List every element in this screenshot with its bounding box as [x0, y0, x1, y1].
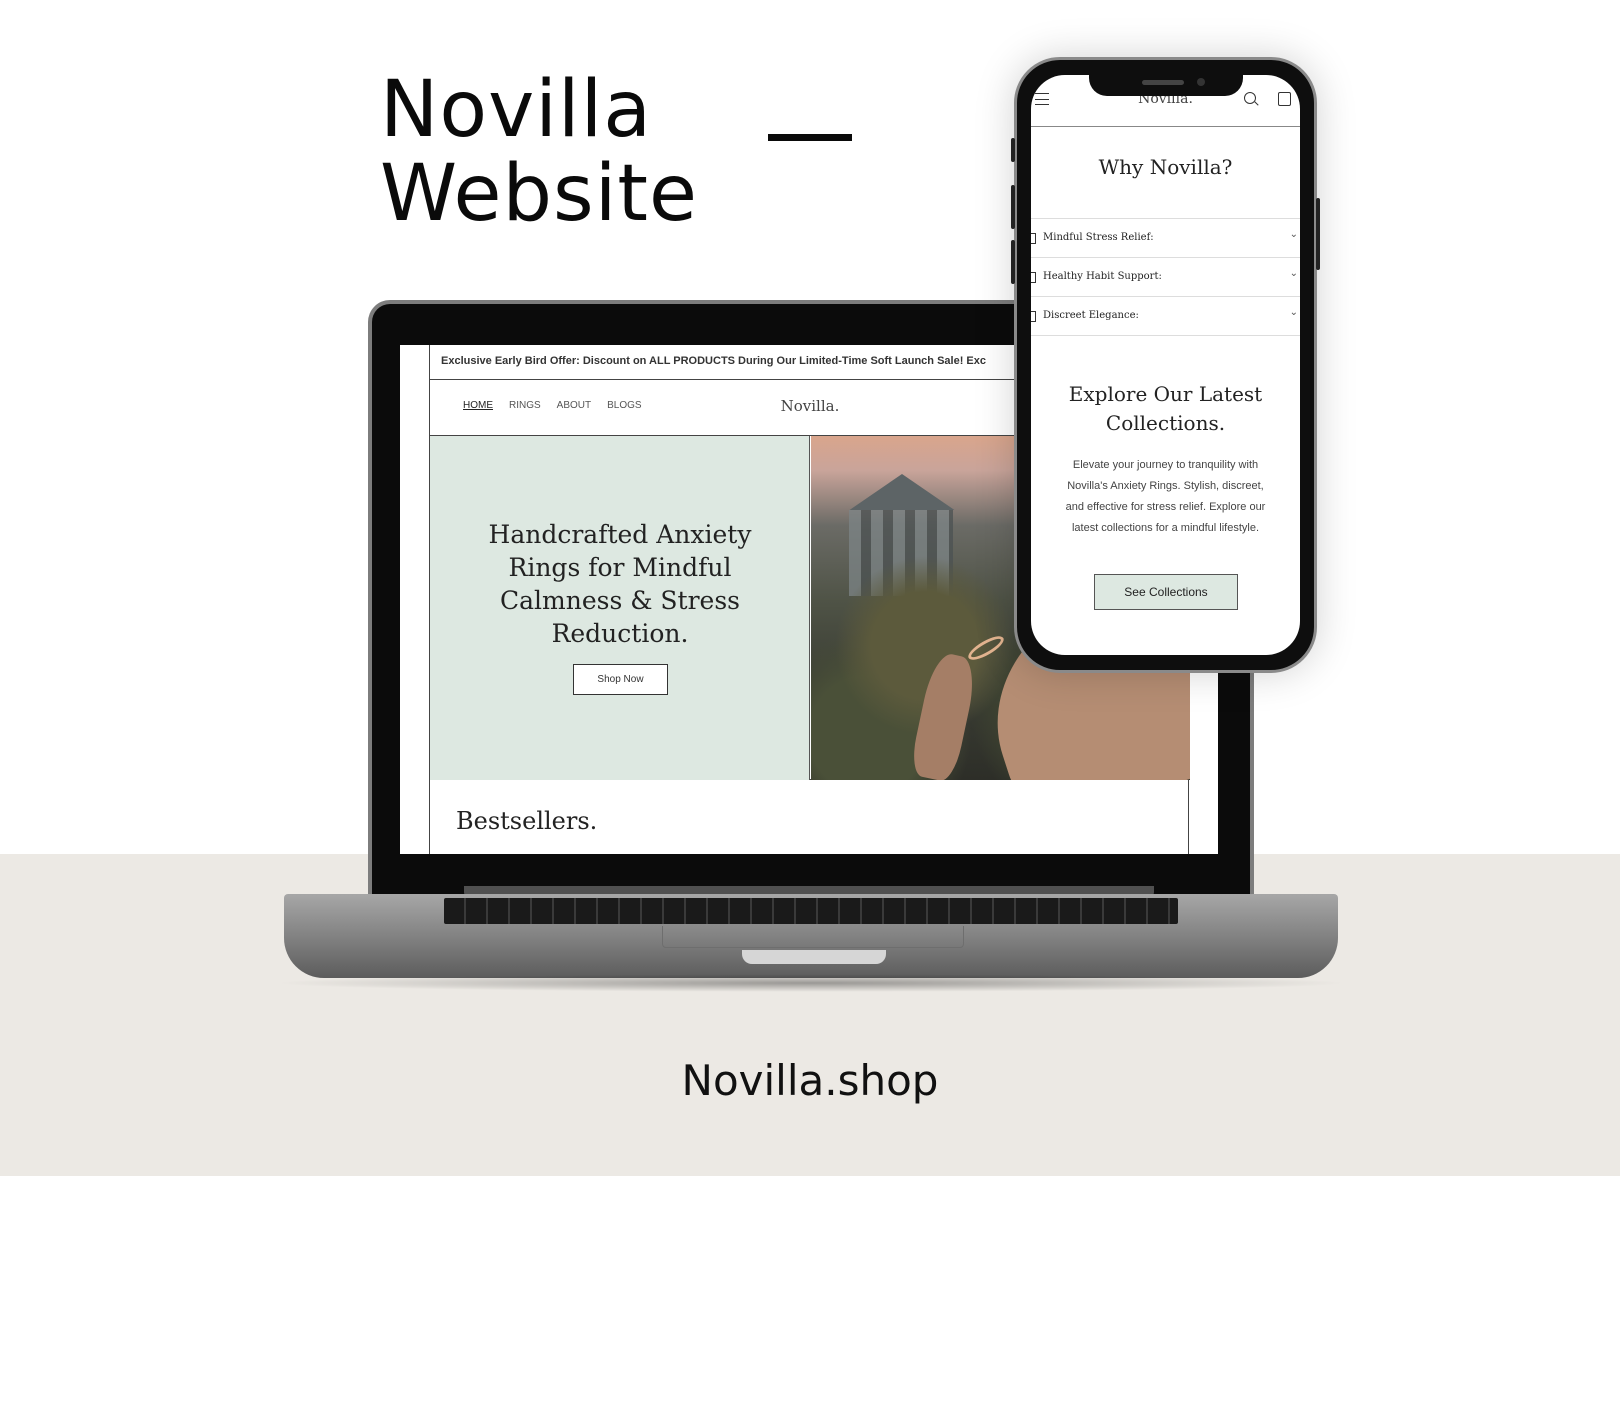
hero-panel: Handcrafted Anxiety Rings for Mindful Ca…	[430, 436, 810, 780]
phone-mute-switch	[1011, 138, 1015, 162]
accordion-label: Mindful Stress Relief:	[1043, 232, 1154, 243]
accordion-item[interactable]: Healthy Habit Support: ⌄	[1031, 257, 1300, 296]
phone-volume-down	[1011, 240, 1015, 284]
title-dash	[768, 134, 852, 141]
footer-url: Novilla.shop	[681, 1056, 939, 1105]
why-heading: Why Novilla?	[1098, 155, 1233, 179]
mobile-site: Novilla. Why Novilla? Mindful Stress Rel…	[1031, 75, 1300, 655]
checkbox-icon	[1031, 311, 1036, 322]
explore-body: Elevate your journey to tranquility with…	[1065, 459, 1266, 534]
accordion-label: Discreet Elegance:	[1043, 310, 1139, 321]
phone-power-button	[1316, 198, 1320, 270]
photo-pavilion-roof	[849, 474, 955, 510]
title-line-1: Novilla	[380, 65, 653, 155]
phone-volume-up	[1011, 185, 1015, 229]
accordion-divider	[1031, 335, 1300, 336]
chevron-down-icon: ⌄	[1289, 268, 1298, 279]
search-icon[interactable]	[1244, 92, 1256, 104]
accordion-label: Healthy Habit Support:	[1043, 271, 1162, 282]
cart-icon[interactable]	[1278, 92, 1291, 106]
phone-camera	[1197, 78, 1205, 86]
laptop-shadow	[272, 974, 1350, 992]
laptop-notch	[742, 950, 886, 964]
laptop-keyboard	[444, 898, 1178, 924]
checkbox-icon	[1031, 233, 1036, 244]
bestsellers-title: Bestsellers.	[456, 807, 598, 835]
accordion-item[interactable]: Discreet Elegance: ⌄	[1031, 296, 1300, 335]
accordion-item[interactable]: Mindful Stress Relief: ⌄	[1031, 218, 1300, 257]
phone-notch	[1089, 74, 1243, 96]
title-line-2: Website	[380, 149, 698, 239]
shop-now-button[interactable]: Shop Now	[573, 664, 668, 695]
page-title: Novilla Website	[380, 68, 698, 236]
chevron-down-icon: ⌄	[1289, 307, 1298, 318]
laptop-trackpad	[662, 926, 964, 948]
checkbox-icon	[1031, 272, 1036, 283]
see-collections-button[interactable]: See Collections	[1094, 574, 1238, 610]
phone-speaker	[1142, 80, 1184, 85]
hero-heading: Handcrafted Anxiety Rings for Mindful Ca…	[488, 520, 752, 648]
chevron-down-icon: ⌄	[1289, 229, 1298, 240]
explore-heading: Explore Our Latest Collections.	[1068, 382, 1263, 435]
